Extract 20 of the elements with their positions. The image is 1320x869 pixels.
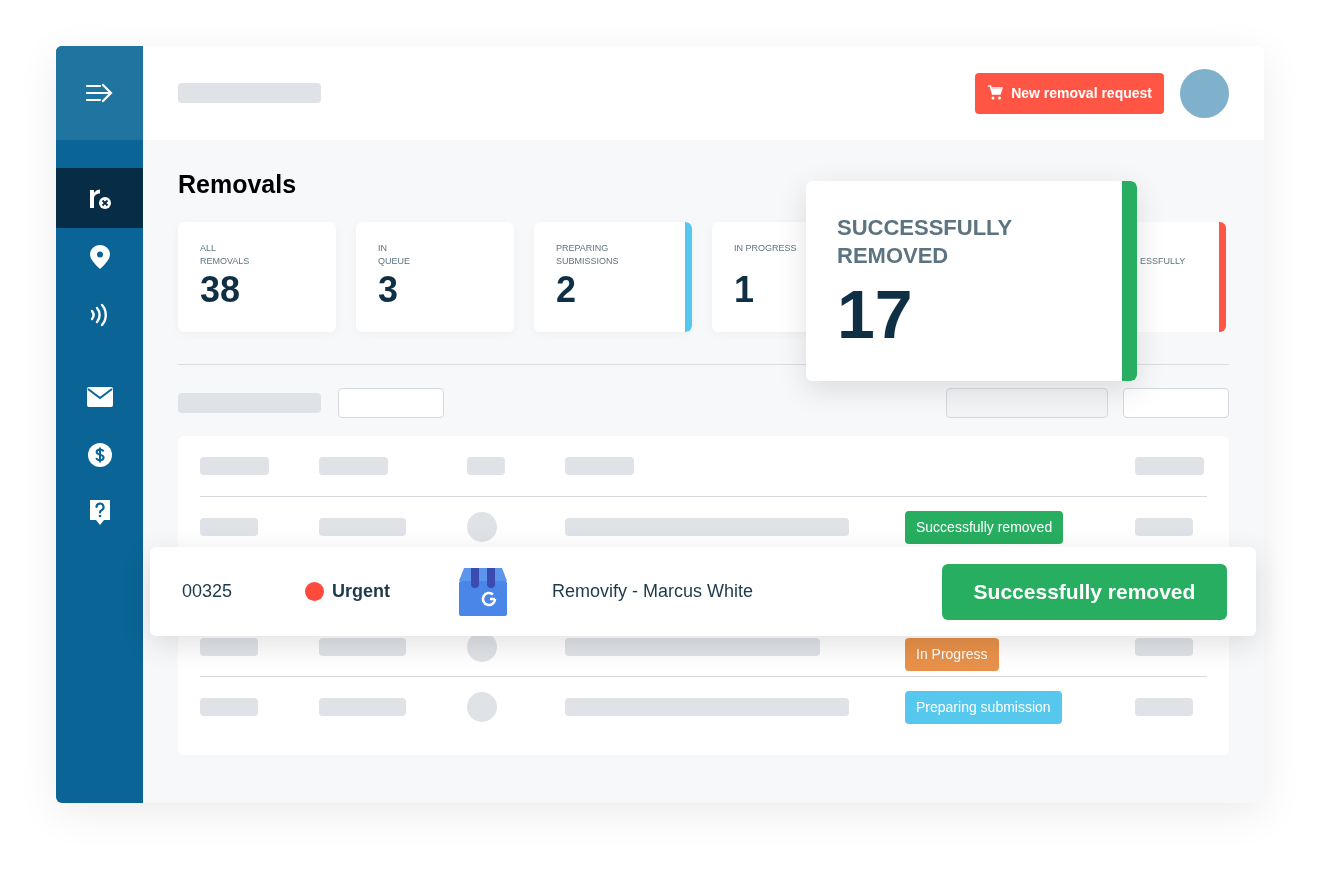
stat-value: 3 bbox=[378, 272, 400, 308]
page-title: Removals bbox=[178, 172, 298, 197]
stat-value: 2 bbox=[556, 272, 578, 308]
stat-value: 1 bbox=[734, 272, 756, 308]
status-badge: In Progress bbox=[905, 638, 999, 671]
status-badge: Successfully removed bbox=[942, 563, 1227, 620]
stat-value: 38 bbox=[200, 272, 242, 308]
stat-label: IN QUEUE bbox=[378, 242, 411, 268]
stat-label: SUCCESSFULLY REMOVED bbox=[837, 214, 1014, 270]
stat-value: 17 bbox=[837, 280, 914, 348]
stat-label: IN PROGRESS bbox=[734, 242, 798, 255]
priority-label: Urgent bbox=[332, 580, 390, 603]
stat-label: ESSFULLY bbox=[1140, 255, 1187, 268]
business-name: Removify - Marcus White bbox=[552, 580, 754, 603]
status-badge: Successfully removed bbox=[905, 510, 1064, 544]
stat-label: PREPARING SUBMISSIONS bbox=[556, 242, 620, 268]
status-badge: Preparing submission bbox=[905, 690, 1062, 724]
removal-id: 00325 bbox=[182, 580, 234, 603]
stat-label: ALL REMOVALS bbox=[200, 242, 251, 268]
new-request-button[interactable]: New removal request bbox=[975, 72, 1164, 114]
